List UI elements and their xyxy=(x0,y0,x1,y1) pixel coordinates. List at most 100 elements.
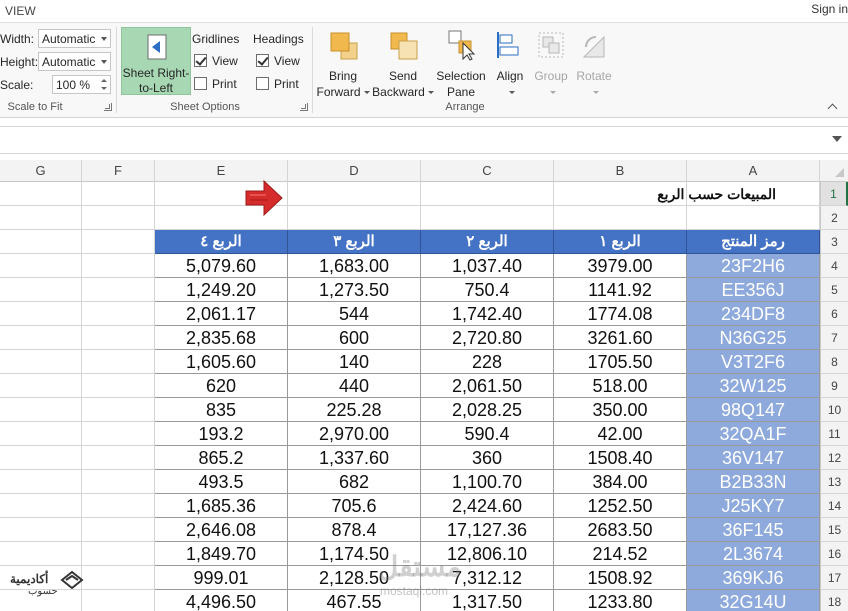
empty-cell[interactable] xyxy=(82,182,155,206)
quarter-value-cell[interactable]: 600 xyxy=(288,326,421,350)
quarter-value-cell[interactable]: 1705.50 xyxy=(554,350,687,374)
gridlines-print-checkbox[interactable] xyxy=(194,77,207,90)
quarter-value-cell[interactable]: 1,742.40 xyxy=(421,302,554,326)
empty-cell[interactable] xyxy=(82,590,155,611)
table-header-cell[interactable]: رمز المنتج xyxy=(687,230,820,254)
row-header-5[interactable]: 5 xyxy=(820,278,848,302)
quarter-value-cell[interactable]: 750.4 xyxy=(421,278,554,302)
column-header-d[interactable]: D xyxy=(288,160,421,182)
product-code-cell[interactable]: 32G14U xyxy=(687,590,820,611)
empty-cell[interactable] xyxy=(82,254,155,278)
empty-cell[interactable] xyxy=(82,446,155,470)
headings-view-checkbox[interactable] xyxy=(256,54,269,67)
product-code-cell[interactable]: B2B33N xyxy=(687,470,820,494)
worksheet-grid[interactable]: G F E D C B A 1 2 3 الربع ٤ الربع ٣ الربع ٢ الربع ١ رم… xyxy=(0,160,848,611)
column-header-f[interactable]: F xyxy=(82,160,155,182)
empty-cell[interactable] xyxy=(0,446,82,470)
formula-bar[interactable] xyxy=(0,126,848,154)
product-code-cell[interactable]: 234DF8 xyxy=(687,302,820,326)
table-header-cell[interactable]: الربع ٤ xyxy=(155,230,288,254)
empty-cell[interactable] xyxy=(0,470,82,494)
quarter-value-cell[interactable]: 2,720.80 xyxy=(421,326,554,350)
product-code-cell[interactable]: 98Q147 xyxy=(687,398,820,422)
quarter-value-cell[interactable]: 4,496.50 xyxy=(155,590,288,611)
product-code-cell[interactable]: N36G25 xyxy=(687,326,820,350)
empty-cell[interactable] xyxy=(82,566,155,590)
empty-cell[interactable] xyxy=(0,230,82,254)
row-header-17[interactable]: 17 xyxy=(820,566,848,590)
quarter-value-cell[interactable]: 1,849.70 xyxy=(155,542,288,566)
empty-cell[interactable] xyxy=(554,206,687,230)
quarter-value-cell[interactable]: 384.00 xyxy=(554,470,687,494)
quarter-value-cell[interactable]: 1,683.00 xyxy=(288,254,421,278)
gridlines-view-checkbox[interactable] xyxy=(194,54,207,67)
rotate-button[interactable]: Rotate xyxy=(572,29,616,100)
empty-cell[interactable] xyxy=(82,326,155,350)
quarter-value-cell[interactable]: 1,037.40 xyxy=(421,254,554,278)
empty-cell[interactable] xyxy=(0,350,82,374)
row-header-7[interactable]: 7 xyxy=(820,326,848,350)
expand-formula-bar-icon[interactable] xyxy=(832,136,842,142)
quarter-value-cell[interactable]: 1,337.60 xyxy=(288,446,421,470)
quarter-value-cell[interactable]: 2,646.08 xyxy=(155,518,288,542)
product-code-cell[interactable]: 32QA1F xyxy=(687,422,820,446)
width-dropdown[interactable]: Automatic xyxy=(38,29,111,48)
row-header-12[interactable]: 12 xyxy=(820,446,848,470)
row-header-9[interactable]: 9 xyxy=(820,374,848,398)
quarter-value-cell[interactable]: 225.28 xyxy=(288,398,421,422)
empty-cell[interactable] xyxy=(82,494,155,518)
sheet-title-cell[interactable]: المبيعات حسب الربع xyxy=(657,186,776,203)
row-header-13[interactable]: 13 xyxy=(820,470,848,494)
empty-cell[interactable] xyxy=(82,350,155,374)
column-header-g[interactable]: G xyxy=(0,160,82,182)
quarter-value-cell[interactable]: 214.52 xyxy=(554,542,687,566)
quarter-value-cell[interactable]: 518.00 xyxy=(554,374,687,398)
collapse-ribbon-icon[interactable] xyxy=(828,103,838,111)
product-code-cell[interactable]: 32W125 xyxy=(687,374,820,398)
row-header-14[interactable]: 14 xyxy=(820,494,848,518)
table-header-cell[interactable]: الربع ١ xyxy=(554,230,687,254)
quarter-value-cell[interactable]: 1774.08 xyxy=(554,302,687,326)
group-button[interactable]: Group xyxy=(530,29,572,100)
align-button[interactable]: Align xyxy=(490,29,530,100)
sign-in-link[interactable]: Sign in xyxy=(811,2,848,16)
row-header-6[interactable]: 6 xyxy=(820,302,848,326)
empty-cell[interactable] xyxy=(421,206,554,230)
empty-cell[interactable] xyxy=(82,374,155,398)
scale-to-fit-launcher-icon[interactable] xyxy=(104,103,112,111)
empty-cell[interactable] xyxy=(0,518,82,542)
empty-cell[interactable] xyxy=(82,518,155,542)
quarter-value-cell[interactable]: 835 xyxy=(155,398,288,422)
quarter-value-cell[interactable]: 1141.92 xyxy=(554,278,687,302)
quarter-value-cell[interactable]: 590.4 xyxy=(421,422,554,446)
empty-cell[interactable] xyxy=(421,182,554,206)
empty-cell[interactable] xyxy=(82,206,155,230)
empty-cell[interactable] xyxy=(82,302,155,326)
product-code-cell[interactable]: V3T2F6 xyxy=(687,350,820,374)
product-code-cell[interactable]: J25KY7 xyxy=(687,494,820,518)
tab-view[interactable]: VIEW xyxy=(5,4,36,18)
quarter-value-cell[interactable]: 140 xyxy=(288,350,421,374)
bring-forward-button[interactable]: Bring Forward xyxy=(316,29,370,100)
row-header-4[interactable]: 4 xyxy=(820,254,848,278)
empty-cell[interactable] xyxy=(288,206,421,230)
empty-cell[interactable] xyxy=(0,398,82,422)
column-header-a[interactable]: A xyxy=(687,160,820,182)
quarter-value-cell[interactable]: 3261.60 xyxy=(554,326,687,350)
empty-cell[interactable] xyxy=(82,470,155,494)
row-header-16[interactable]: 16 xyxy=(820,542,848,566)
quarter-value-cell[interactable]: 2,028.25 xyxy=(421,398,554,422)
row-header-10[interactable]: 10 xyxy=(820,398,848,422)
send-backward-button[interactable]: Send Backward xyxy=(370,29,436,100)
quarter-value-cell[interactable]: 2,061.17 xyxy=(155,302,288,326)
sheet-right-to-left-button[interactable]: Sheet Right- to-Left xyxy=(121,27,191,95)
select-all-corner[interactable] xyxy=(820,160,848,182)
headings-print-checkbox[interactable] xyxy=(256,77,269,90)
product-code-cell[interactable]: 2L3674 xyxy=(687,542,820,566)
quarter-value-cell[interactable]: 2,970.00 xyxy=(288,422,421,446)
quarter-value-cell[interactable]: 682 xyxy=(288,470,421,494)
table-header-cell[interactable]: الربع ٢ xyxy=(421,230,554,254)
quarter-value-cell[interactable]: 705.6 xyxy=(288,494,421,518)
empty-cell[interactable] xyxy=(0,326,82,350)
empty-cell[interactable] xyxy=(0,182,82,206)
